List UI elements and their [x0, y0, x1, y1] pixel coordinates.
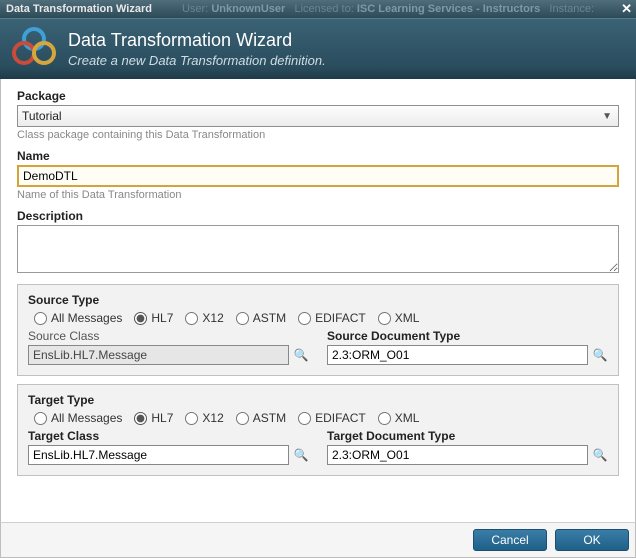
search-icon[interactable]: 🔍 [592, 347, 608, 363]
source-radio-hl7[interactable]: HL7 [134, 311, 173, 325]
source-doc-label: Source Document Type [327, 329, 608, 343]
search-icon[interactable]: 🔍 [293, 347, 309, 363]
source-type-radios: All Messages HL7 X12 ASTM EDIFACT XML [28, 311, 608, 325]
dialog-title: Data Transformation Wizard [68, 30, 326, 51]
cancel-button[interactable]: Cancel [473, 529, 547, 551]
target-radio-xml[interactable]: XML [378, 411, 420, 425]
description-input[interactable] [17, 225, 619, 273]
ok-button[interactable]: OK [555, 529, 629, 551]
titlebar-meta: User: UnknownUser Licensed to: ISC Learn… [182, 3, 594, 15]
source-radio-edifact[interactable]: EDIFACT [298, 311, 366, 325]
name-hint: Name of this Data Transformation [17, 189, 619, 201]
search-icon[interactable]: 🔍 [592, 447, 608, 463]
source-type-group: Source Type All Messages HL7 X12 ASTM ED… [17, 284, 619, 376]
target-doc-label: Target Document Type [327, 429, 608, 443]
name-label: Name [17, 149, 619, 163]
search-icon[interactable]: 🔍 [293, 447, 309, 463]
target-type-group: Target Type All Messages HL7 X12 ASTM ED… [17, 384, 619, 476]
source-class-label: Source Class [28, 329, 309, 343]
target-radio-all[interactable]: All Messages [34, 411, 122, 425]
target-class-label: Target Class [28, 429, 309, 443]
source-radio-xml[interactable]: XML [378, 311, 420, 325]
target-radio-hl7[interactable]: HL7 [134, 411, 173, 425]
target-radio-x12[interactable]: X12 [185, 411, 223, 425]
package-hint: Class package containing this Data Trans… [17, 129, 619, 141]
dialog-footer: Cancel OK [0, 522, 636, 558]
titlebar-title: Data Transformation Wizard [6, 3, 152, 15]
dialog-subtitle: Create a new Data Transformation definit… [68, 53, 326, 68]
dialog-header: Data Transformation Wizard Create a new … [0, 18, 636, 79]
chevron-down-icon: ▼ [602, 111, 612, 122]
target-doc-input[interactable] [327, 445, 588, 465]
source-doc-input[interactable] [327, 345, 588, 365]
target-class-input[interactable] [28, 445, 289, 465]
description-label: Description [17, 209, 619, 223]
source-radio-astm[interactable]: ASTM [236, 311, 286, 325]
target-type-title: Target Type [28, 393, 608, 407]
source-class-input[interactable] [28, 345, 289, 365]
source-radio-x12[interactable]: X12 [185, 311, 223, 325]
package-select[interactable]: Tutorial ▼ [17, 105, 619, 127]
target-radio-astm[interactable]: ASTM [236, 411, 286, 425]
package-label: Package [17, 89, 619, 103]
source-type-title: Source Type [28, 293, 608, 307]
wizard-icon [12, 27, 56, 71]
source-radio-all[interactable]: All Messages [34, 311, 122, 325]
name-input[interactable] [17, 165, 619, 187]
target-type-radios: All Messages HL7 X12 ASTM EDIFACT XML [28, 411, 608, 425]
target-radio-edifact[interactable]: EDIFACT [298, 411, 366, 425]
titlebar: Data Transformation Wizard User: Unknown… [0, 0, 636, 18]
close-icon[interactable]: ✕ [621, 1, 632, 17]
